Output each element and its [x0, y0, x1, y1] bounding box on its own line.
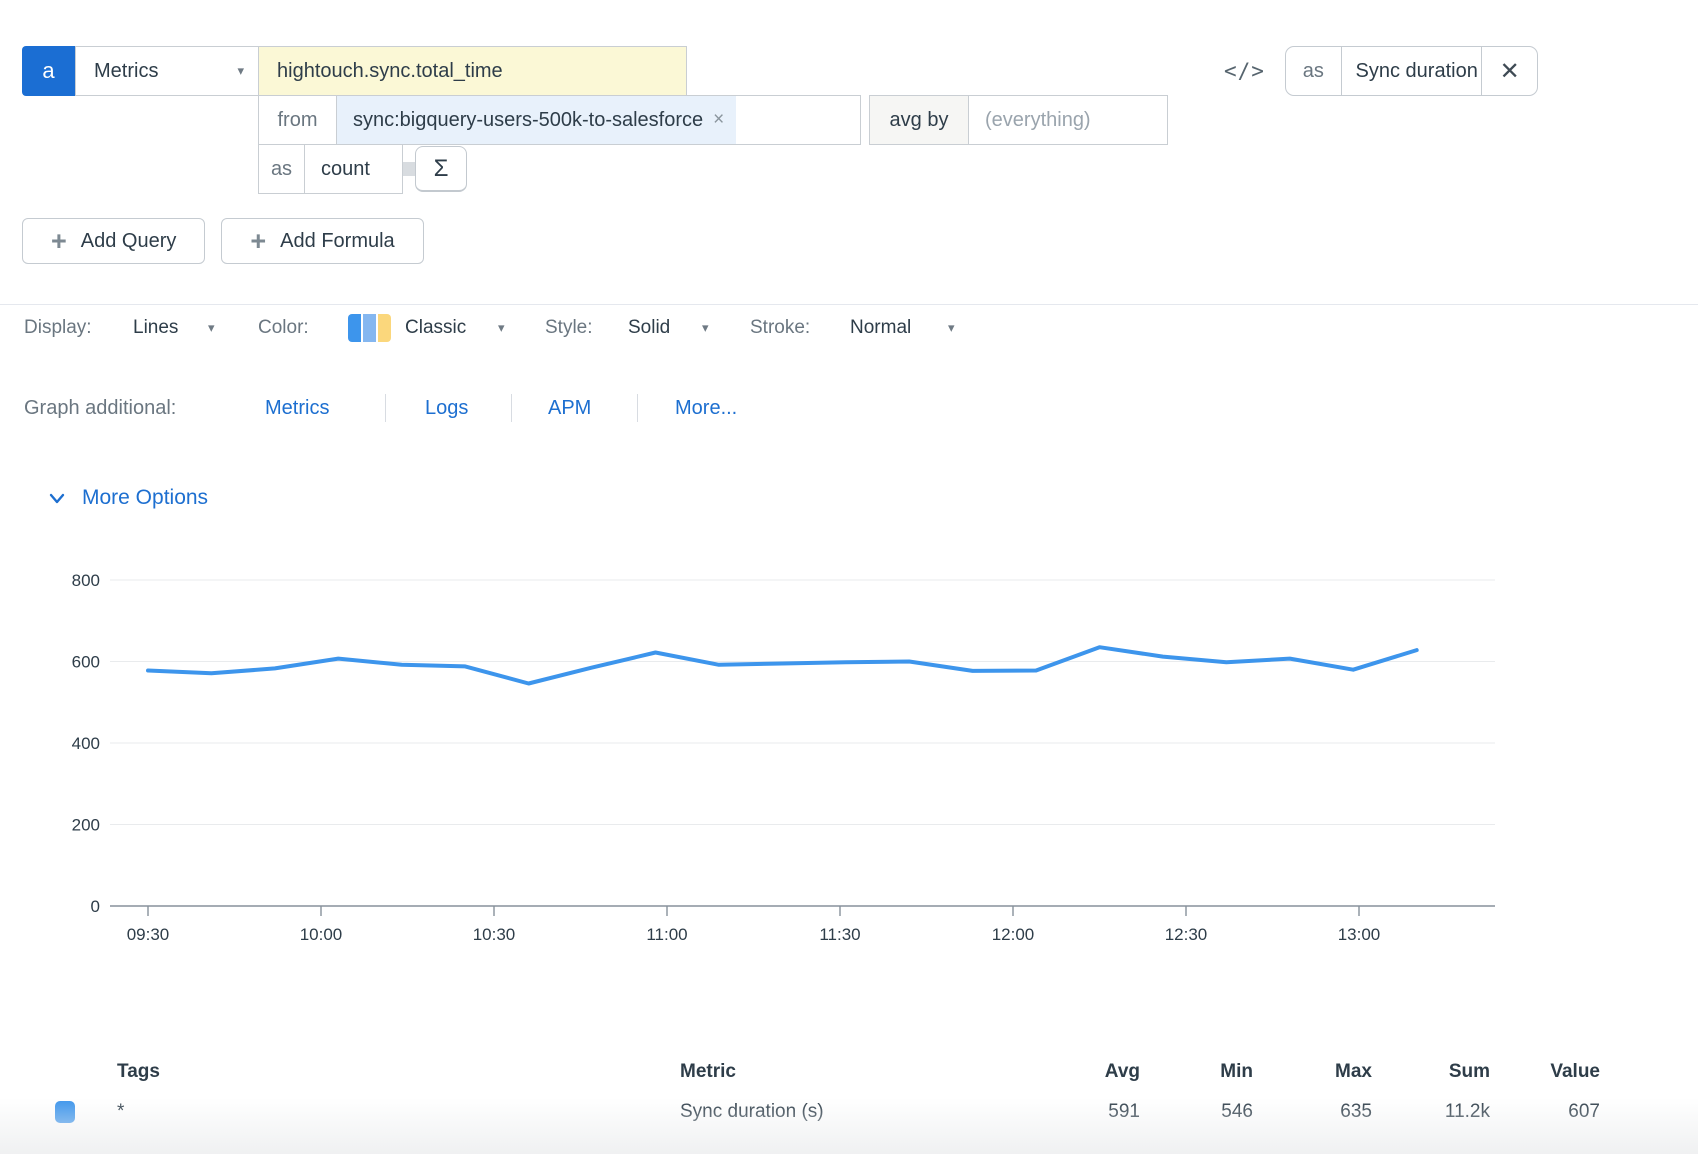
- connector: [403, 162, 415, 176]
- display-options-row: Display: Lines ▾ Color: Classic ▾ Style:…: [0, 306, 1698, 350]
- timeseries-chart[interactable]: 800 600 400 200 0 09:30 10:00 10:30 11:00 11:30 12…: [0, 556, 1698, 956]
- style-dropdown[interactable]: Solid: [628, 306, 670, 350]
- filter-tag[interactable]: sync:bigquery-users-500k-to-salesforce ×: [337, 96, 736, 144]
- code-editor-icon[interactable]: </>: [1224, 46, 1265, 96]
- svg-text:600: 600: [72, 653, 100, 672]
- link-separator: [637, 394, 638, 422]
- svg-text:10:00: 10:00: [300, 925, 343, 944]
- column-header-min: Min: [1140, 1061, 1253, 1083]
- alias-group: as Sync duration ✕: [1285, 46, 1538, 96]
- graph-link-apm[interactable]: APM: [548, 388, 591, 428]
- row-min: 546: [1140, 1101, 1253, 1123]
- link-separator: [385, 394, 386, 422]
- summary-table-header: TagsMetricAvgMinMaxSumValue: [55, 1054, 1698, 1090]
- section-divider: [0, 304, 1698, 305]
- series-color-swatch: [55, 1101, 75, 1123]
- row-value: 607: [1490, 1101, 1600, 1123]
- chevron-down-icon: [46, 487, 68, 509]
- sigma-function-button[interactable]: Σ: [415, 146, 467, 192]
- graph-additional-row: Graph additional: Metrics Logs APM More...: [0, 388, 1698, 428]
- column-header-max: Max: [1253, 1061, 1372, 1083]
- chevron-down-icon[interactable]: ▾: [948, 306, 955, 350]
- column-header-metric: Metric: [680, 1061, 1020, 1083]
- add-query-button[interactable]: + Add Query: [22, 218, 205, 264]
- chevron-down-icon[interactable]: ▾: [498, 306, 505, 350]
- svg-text:11:30: 11:30: [819, 925, 860, 944]
- graph-link-more[interactable]: More...: [675, 388, 737, 428]
- svg-text:11:00: 11:00: [646, 925, 687, 944]
- metric-name-value: hightouch.sync.total_time: [277, 60, 503, 83]
- query-row-1: a Metrics ▾ hightouch.sync.total_time: [22, 46, 687, 96]
- chevron-down-icon[interactable]: ▾: [702, 306, 709, 350]
- color-scheme-dropdown[interactable]: Classic: [405, 306, 466, 350]
- close-icon[interactable]: ✕: [1481, 47, 1537, 95]
- svg-text:0: 0: [91, 897, 100, 916]
- add-formula-button[interactable]: + Add Formula: [221, 218, 423, 264]
- summary-table: TagsMetricAvgMinMaxSumValue *Sync durati…: [0, 1054, 1698, 1134]
- svg-text:800: 800: [72, 571, 100, 590]
- add-query-label: Add Query: [81, 230, 177, 253]
- table-row: *Sync duration (s)59154663511.2k607: [55, 1090, 1698, 1134]
- svg-text:400: 400: [72, 734, 100, 753]
- svg-text:200: 200: [72, 816, 100, 835]
- graph-link-logs[interactable]: Logs: [425, 388, 468, 428]
- color-label: Color:: [258, 306, 309, 350]
- column-header-tags: Tags: [117, 1061, 680, 1083]
- swatch-cell: [55, 1101, 117, 1123]
- alias-as-label: as: [1286, 47, 1342, 95]
- chevron-down-icon[interactable]: ▾: [208, 306, 215, 350]
- alias-input[interactable]: Sync duration: [1342, 47, 1482, 95]
- column-header-value: Value: [1490, 1061, 1600, 1083]
- svg-text:13:00: 13:00: [1338, 925, 1381, 944]
- query-letter-badge[interactable]: a: [22, 46, 75, 96]
- from-label: from: [258, 95, 337, 145]
- aggregate-dropdown[interactable]: avg by: [869, 95, 969, 145]
- rollup-dropdown[interactable]: count: [304, 144, 403, 194]
- row-metric: Sync duration (s): [680, 1101, 1020, 1123]
- data-source-select[interactable]: Metrics ▾: [75, 46, 259, 96]
- plus-icon: +: [51, 228, 67, 255]
- stroke-label: Stroke:: [750, 306, 810, 350]
- query-row-3: as count Σ: [258, 144, 467, 194]
- row-sum: 11.2k: [1372, 1101, 1490, 1123]
- graph-additional-label: Graph additional:: [24, 388, 176, 428]
- series-line: [148, 647, 1417, 683]
- more-options-toggle[interactable]: More Options: [46, 486, 208, 510]
- svg-text:09:30: 09:30: [127, 925, 170, 944]
- filter-field[interactable]: sync:bigquery-users-500k-to-salesforce ×: [336, 95, 861, 145]
- actions-row: + Add Query + Add Formula: [22, 218, 424, 264]
- data-source-label: Metrics: [94, 60, 158, 83]
- metrics-query-editor: a Metrics ▾ hightouch.sync.total_time </…: [0, 0, 1698, 1154]
- display-label: Display:: [24, 306, 92, 350]
- color-palette-swatch[interactable]: [348, 314, 391, 342]
- filter-tag-text: sync:bigquery-users-500k-to-salesforce: [353, 109, 703, 132]
- palette-color: [378, 314, 391, 342]
- style-label: Style:: [545, 306, 593, 350]
- palette-color: [363, 314, 376, 342]
- as-label: as: [258, 144, 305, 194]
- chevron-down-icon: ▾: [237, 63, 244, 79]
- group-by-input[interactable]: (everything): [968, 95, 1168, 145]
- plus-icon: +: [250, 228, 266, 255]
- row-tags: *: [117, 1101, 680, 1123]
- svg-text:12:30: 12:30: [1165, 925, 1208, 944]
- remove-filter-icon[interactable]: ×: [713, 109, 724, 131]
- row-avg: 591: [1020, 1101, 1140, 1123]
- link-separator: [511, 394, 512, 422]
- svg-text:12:00: 12:00: [992, 925, 1035, 944]
- svg-text:10:30: 10:30: [473, 925, 516, 944]
- palette-color: [348, 314, 361, 342]
- query-row-2: from sync:bigquery-users-500k-to-salesfo…: [258, 95, 1168, 145]
- display-type-dropdown[interactable]: Lines: [133, 306, 178, 350]
- add-formula-label: Add Formula: [280, 230, 395, 253]
- stroke-dropdown[interactable]: Normal: [850, 306, 911, 350]
- more-options-label: More Options: [82, 486, 208, 510]
- column-header-sum: Sum: [1372, 1061, 1490, 1083]
- row-max: 635: [1253, 1101, 1372, 1123]
- graph-link-metrics[interactable]: Metrics: [265, 388, 329, 428]
- metric-name-input[interactable]: hightouch.sync.total_time: [258, 46, 687, 96]
- column-header-avg: Avg: [1020, 1061, 1140, 1083]
